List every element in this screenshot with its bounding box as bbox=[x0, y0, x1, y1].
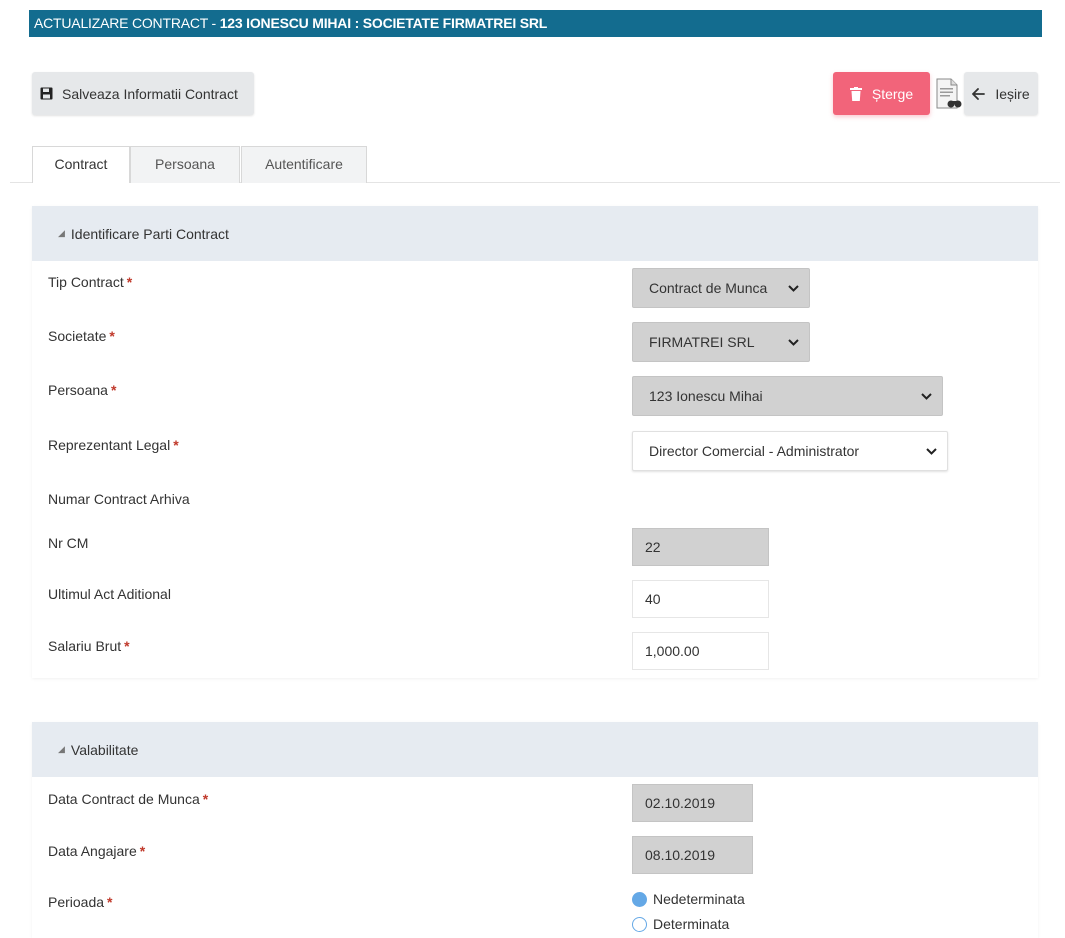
tab-persoana-label: Persoana bbox=[155, 156, 215, 172]
radio-selected-icon[interactable] bbox=[632, 891, 647, 907]
radio-unselected-icon[interactable] bbox=[632, 916, 647, 932]
tip-contract-select[interactable]: Contract de Munca bbox=[632, 268, 810, 308]
delete-label: Șterge bbox=[871, 85, 914, 102]
persoana-label: Persoana * bbox=[48, 382, 116, 398]
required-marker: * bbox=[173, 437, 179, 453]
floppy-disk-icon bbox=[38, 86, 54, 102]
radio-determinata-label: Determinata bbox=[653, 916, 730, 932]
societate-label: Societate * bbox=[48, 328, 115, 344]
collapse-triangle-icon: ◢ bbox=[58, 228, 65, 238]
exit-label: Ieșire bbox=[995, 85, 1030, 102]
required-marker: * bbox=[139, 843, 146, 859]
salariu-brut-value: 1,000.00 bbox=[645, 643, 700, 659]
numar-contract-arhiva-label: Numar Contract Arhiva bbox=[48, 491, 190, 507]
ultimul-act-aditional-label: Ultimul Act Aditional bbox=[48, 586, 171, 602]
arrow-left-icon bbox=[972, 87, 986, 100]
chevron-down-icon bbox=[788, 284, 799, 292]
save-contract-label: Salveaza Informatii Contract bbox=[62, 85, 238, 102]
tab-autentificare-label: Autentificare bbox=[265, 156, 343, 172]
required-marker: * bbox=[126, 274, 133, 290]
persoana-label-text: Persoana bbox=[48, 382, 108, 398]
save-contract-button[interactable]: Salveaza Informatii Contract bbox=[32, 72, 254, 115]
numar-contract-arhiva-label-text: Numar Contract Arhiva bbox=[48, 491, 190, 507]
tip-contract-label-text: Tip Contract bbox=[48, 274, 124, 290]
data-angajare-field[interactable]: 08.10.2019 bbox=[632, 836, 753, 874]
chevron-down-icon bbox=[926, 447, 937, 455]
reprezentant-legal-select[interactable]: Director Comercial - Administrator bbox=[632, 431, 948, 471]
data-angajare-value: 08.10.2019 bbox=[645, 847, 716, 863]
required-marker: * bbox=[107, 894, 113, 910]
persoana-select[interactable]: 123 Ionescu Mihai bbox=[632, 376, 943, 416]
societate-select[interactable]: FIRMATREI SRL bbox=[632, 322, 810, 362]
salariu-brut-label: Salariu Brut * bbox=[48, 638, 130, 654]
tab-persoana[interactable]: Persoana bbox=[130, 146, 240, 183]
ultimul-act-aditional-value: 40 bbox=[645, 591, 661, 607]
tip-contract-label: Tip Contract * bbox=[48, 274, 132, 290]
exit-button[interactable]: Ieșire bbox=[964, 72, 1038, 115]
nr-cm-value: 22 bbox=[645, 539, 661, 555]
tip-contract-value: Contract de Munca bbox=[649, 280, 768, 296]
valabilitate-panel: ◢ Valabilitate bbox=[32, 722, 1038, 938]
identificare-parti-header[interactable]: ◢ Identificare Parti Contract bbox=[32, 206, 1038, 261]
radio-determinata[interactable]: Determinata bbox=[632, 916, 729, 932]
ultimul-act-aditional-label-text: Ultimul Act Aditional bbox=[48, 586, 171, 602]
reprezentant-legal-value: Director Comercial - Administrator bbox=[649, 443, 860, 459]
ultimul-act-aditional-field[interactable]: 40 bbox=[632, 580, 769, 618]
identificare-parti-title: Identificare Parti Contract bbox=[70, 225, 229, 242]
tab-contract[interactable]: Contract bbox=[32, 146, 130, 183]
chevron-down-icon bbox=[788, 338, 799, 346]
tab-autentificare[interactable]: Autentificare bbox=[241, 146, 367, 183]
societate-label-text: Societate bbox=[48, 328, 107, 344]
required-marker: * bbox=[202, 791, 209, 807]
trash-icon bbox=[849, 86, 862, 101]
valabilitate-title: Valabilitate bbox=[70, 741, 139, 758]
nr-cm-label-text: Nr CM bbox=[48, 535, 89, 551]
page-title: ACTUALIZARE CONTRACT - 123 IONESCU MIHAI… bbox=[29, 10, 1042, 37]
radio-nedeterminata-label: Nedeterminata bbox=[653, 891, 745, 907]
reprezentant-legal-label-text: Reprezentant Legal bbox=[48, 437, 171, 453]
document-print-icon[interactable] bbox=[935, 78, 962, 110]
required-marker: * bbox=[124, 638, 130, 654]
reprezentant-legal-label: Reprezentant Legal * bbox=[48, 437, 179, 453]
nr-cm-label: Nr CM bbox=[48, 535, 88, 551]
data-contract-value: 02.10.2019 bbox=[645, 795, 716, 811]
perioada-label: Perioada * bbox=[48, 894, 113, 910]
societate-value: FIRMATREI SRL bbox=[649, 334, 755, 350]
data-angajare-label-text: Data Angajare bbox=[48, 843, 137, 859]
data-angajare-label: Data Angajare * bbox=[48, 843, 145, 859]
data-contract-label: Data Contract de Munca * bbox=[48, 791, 208, 807]
nr-cm-field: 22 bbox=[632, 528, 769, 566]
required-marker: * bbox=[109, 328, 115, 344]
page-title-prefix: ACTUALIZARE CONTRACT - bbox=[34, 15, 220, 31]
valabilitate-header[interactable]: ◢ Valabilitate bbox=[32, 722, 1038, 777]
persoana-value: 123 Ionescu Mihai bbox=[649, 388, 763, 404]
salariu-brut-field[interactable]: 1,000.00 bbox=[632, 632, 769, 670]
salariu-brut-label-text: Salariu Brut bbox=[48, 638, 122, 654]
delete-button[interactable]: Șterge bbox=[833, 72, 930, 115]
collapse-triangle-icon: ◢ bbox=[58, 744, 65, 754]
tab-contract-label: Contract bbox=[54, 156, 108, 172]
perioada-label-text: Perioada bbox=[48, 894, 105, 910]
page-title-entity: 123 IONESCU MIHAI : SOCIETATE FIRMATREI … bbox=[219, 15, 548, 31]
chevron-down-icon bbox=[921, 392, 932, 400]
data-contract-label-text: Data Contract de Munca bbox=[48, 791, 200, 807]
radio-nedeterminata[interactable]: Nedeterminata bbox=[632, 891, 745, 907]
required-marker: * bbox=[110, 382, 117, 398]
data-contract-field[interactable]: 02.10.2019 bbox=[632, 784, 753, 822]
